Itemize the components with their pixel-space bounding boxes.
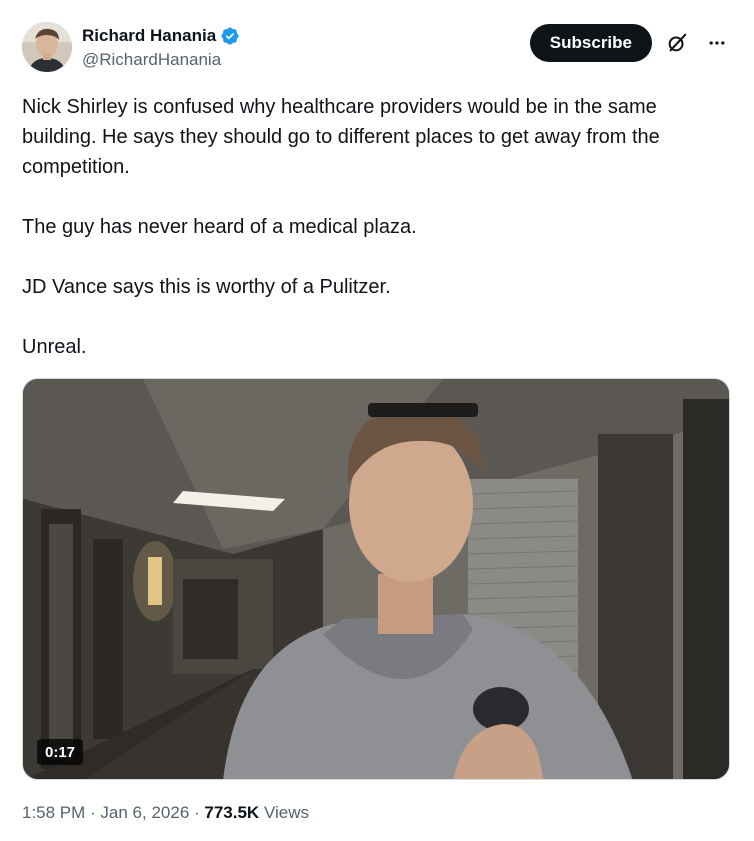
tweet-paragraph: The guy has never heard of a medical pla… [22,216,417,238]
video-duration-badge: 0:17 [37,739,84,765]
avatar-photo [22,22,72,72]
tweet-paragraph: JD Vance says this is worthy of a Pulitz… [22,276,391,298]
tweet-paragraph: Unreal. [22,336,87,358]
views-label: Views [259,803,309,822]
more-options-icon[interactable] [702,28,732,58]
meta-separator: · [189,803,205,822]
user-handle[interactable]: @RichardHanania [82,50,240,70]
tweet-card: Richard Hanania @RichardHanania Subscrib… [0,0,754,841]
views-count: 773.5K [204,803,260,822]
tweet-paragraph: Nick Shirley is confused why healthcare … [22,96,666,178]
header-actions: Subscribe [529,24,732,62]
name-row: Richard Hanania [82,25,240,47]
avatar[interactable] [22,22,72,72]
tweet-meta: 1:58 PM · Jan 6, 2026 · 773.5K Views [22,803,309,823]
tweet-date: Jan 6, 2026 [100,803,190,822]
tweet-text: Nick Shirley is confused why healthcare … [22,92,736,392]
grok-icon[interactable] [662,28,692,58]
meta-separator: · [85,803,101,822]
tweet-header: Richard Hanania @RichardHanania Subscrib… [22,22,732,78]
verified-badge-icon[interactable] [220,26,240,46]
tweet-time-link[interactable]: 1:58 PM · Jan 6, 2026 [22,803,189,822]
display-name[interactable]: Richard Hanania [82,26,216,46]
video-frame [23,379,729,779]
subscribe-button[interactable]: Subscribe [529,24,652,62]
video-player[interactable]: 0:17 [22,378,730,780]
user-block: Richard Hanania @RichardHanania [82,25,240,70]
tweet-time: 1:58 PM [22,803,86,822]
